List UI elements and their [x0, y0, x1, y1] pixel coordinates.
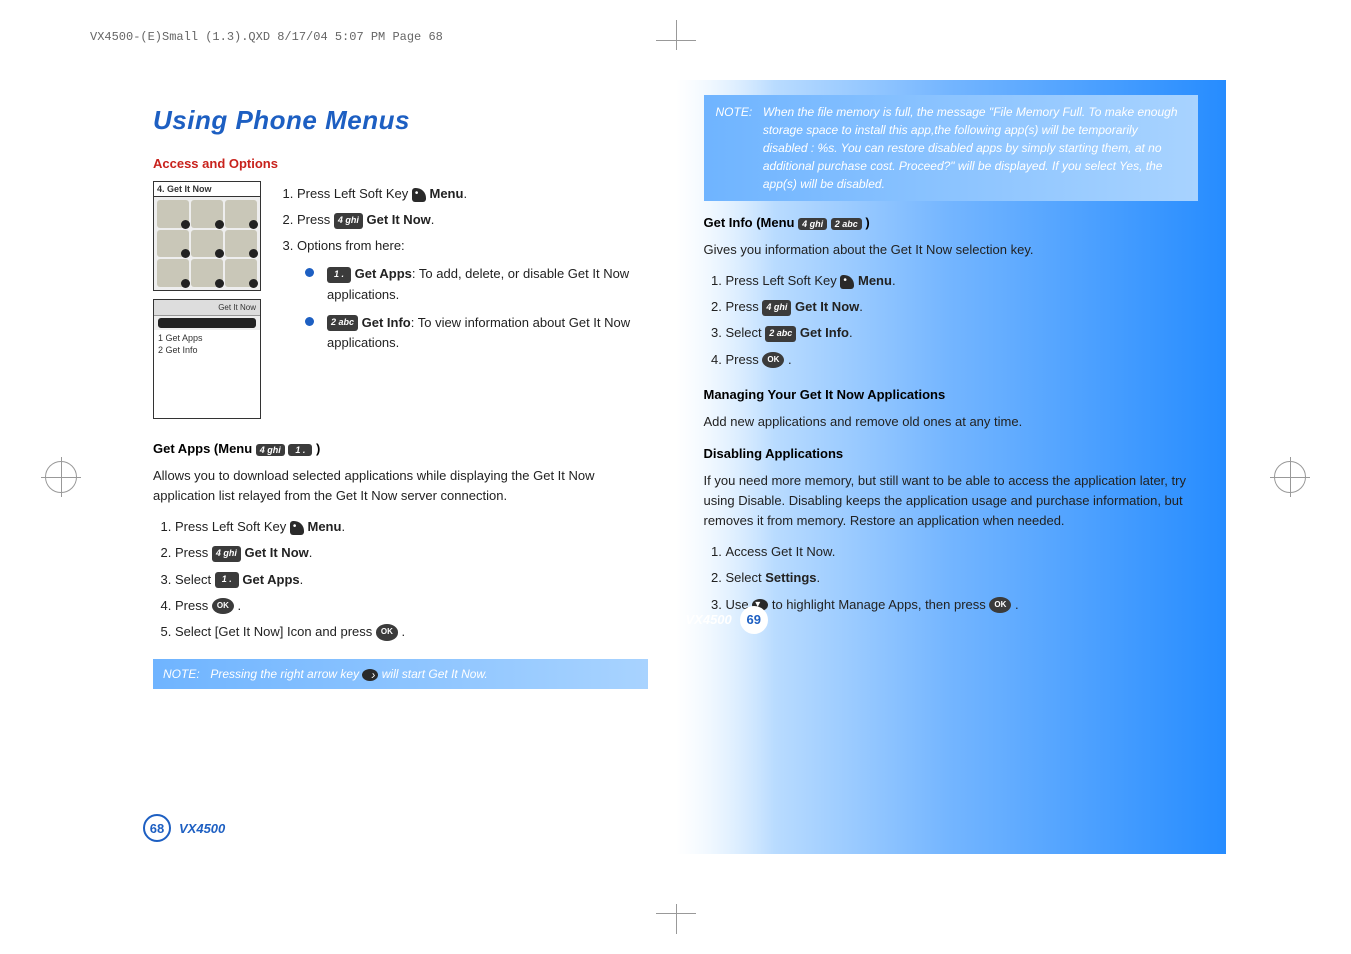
left-soft-key-icon	[412, 188, 426, 202]
registration-mark-right	[1274, 461, 1306, 493]
screen2-item2: 2 Get Info	[158, 344, 256, 356]
page-68: Using Phone Menus Access and Options 4. …	[125, 80, 676, 854]
phone-screenshots: 4. Get It Now Get It Now 1 Get Apps 2 Ge…	[153, 181, 261, 427]
file-header: VX4500-(E)Small (1.3).QXD 8/17/04 5:07 P…	[90, 30, 443, 44]
key-4: 4 ghi	[798, 218, 827, 230]
get-apps-description: Allows you to download selected applicat…	[153, 466, 648, 506]
da-step-2: Select Settings.	[726, 565, 1199, 591]
bullet-get-apps: 1 . Get Apps: To add, delete, or disable…	[305, 260, 648, 308]
screen2-header: Get It Now	[154, 300, 260, 316]
get-apps-steps: Press Left Soft Key Menu. Press 4 ghi Ge…	[153, 514, 648, 645]
ga-step-4: Press OK .	[175, 593, 648, 619]
get-info-description: Gives you information about the Get It N…	[704, 240, 1199, 260]
ok-key-icon: OK	[376, 624, 398, 640]
ga-step-2: Press 4 ghi Get It Now.	[175, 540, 648, 566]
left-soft-key-icon	[290, 521, 304, 535]
key-4: 4 ghi	[256, 444, 285, 456]
page-footer-left: 68 VX4500	[143, 814, 225, 842]
note-right-arrow: NOTE: Pressing the right arrow key will …	[153, 659, 648, 689]
step-1: Press Left Soft Key Menu.	[297, 181, 648, 207]
key-4: 4 ghi	[212, 546, 241, 562]
ga-step-1: Press Left Soft Key Menu.	[175, 514, 648, 540]
crop-mark-bottom	[656, 884, 696, 924]
step-3: Options from here: 1 . Get Apps: To add,…	[297, 233, 648, 364]
section-managing-apps: Managing Your Get It Now Applications	[704, 387, 1199, 402]
managing-apps-text: Add new applications and remove old ones…	[704, 412, 1199, 432]
ga-step-5: Select [Get It Now] Icon and press OK .	[175, 619, 648, 645]
disabling-apps-text: If you need more memory, but still want …	[704, 471, 1199, 531]
page-footer-right: VX4500 69	[686, 606, 1181, 634]
right-arrow-key-icon	[362, 669, 378, 681]
da-step-1: Access Get It Now.	[726, 539, 1199, 565]
key-1: 1 .	[288, 444, 312, 456]
ok-key-icon: OK	[762, 352, 784, 368]
section-disabling-apps: Disabling Applications	[704, 446, 1199, 461]
access-steps: Press Left Soft Key Menu. Press 4 ghi Ge…	[275, 181, 648, 364]
gi-step-2: Press 4 ghi Get It Now.	[726, 294, 1199, 320]
key-2: 2 abc	[765, 326, 796, 342]
get-info-steps: Press Left Soft Key Menu. Press 4 ghi Ge…	[704, 268, 1199, 373]
note-memory-full: NOTE: When the file memory is full, the …	[704, 95, 1199, 201]
key-4: 4 ghi	[762, 300, 791, 316]
section-get-info: Get Info (Menu 4 ghi 2 abc )	[704, 215, 1199, 230]
step-2: Press 4 ghi Get It Now.	[297, 207, 648, 233]
key-2: 2 abc	[831, 218, 862, 230]
chapter-title: Using Phone Menus	[153, 105, 648, 136]
left-soft-key-icon	[840, 275, 854, 289]
page-number: 68	[143, 814, 171, 842]
page-spread: Using Phone Menus Access and Options 4. …	[125, 80, 1226, 854]
section-get-apps: Get Apps (Menu 4 ghi 1 . )	[153, 441, 648, 456]
key-2: 2 abc	[327, 315, 358, 331]
screen2-item1: 1 Get Apps	[158, 332, 256, 344]
ga-step-3: Select 1 . Get Apps.	[175, 567, 648, 593]
crop-mark-top	[656, 30, 696, 70]
gi-step-1: Press Left Soft Key Menu.	[726, 268, 1199, 294]
ok-key-icon: OK	[212, 598, 234, 614]
screen-get-it-now-grid: 4. Get It Now	[153, 181, 261, 291]
screen-get-it-now-list: Get It Now 1 Get Apps 2 Get Info	[153, 299, 261, 419]
key-4: 4 ghi	[334, 213, 363, 229]
bullet-get-info: 2 abc Get Info: To view information abou…	[305, 309, 648, 357]
section-access-options: Access and Options	[153, 156, 648, 171]
page-number: 69	[740, 606, 768, 634]
gi-step-3: Select 2 abc Get Info.	[726, 320, 1199, 346]
footer-model: VX4500	[686, 612, 732, 627]
screen-title: 4. Get It Now	[154, 182, 260, 197]
page-69: NOTE: When the file memory is full, the …	[676, 80, 1227, 854]
footer-model: VX4500	[179, 821, 225, 836]
gi-step-4: Press OK .	[726, 347, 1199, 373]
key-1: 1 .	[215, 572, 239, 588]
key-1: 1 .	[327, 267, 351, 283]
registration-mark-left	[45, 461, 77, 493]
